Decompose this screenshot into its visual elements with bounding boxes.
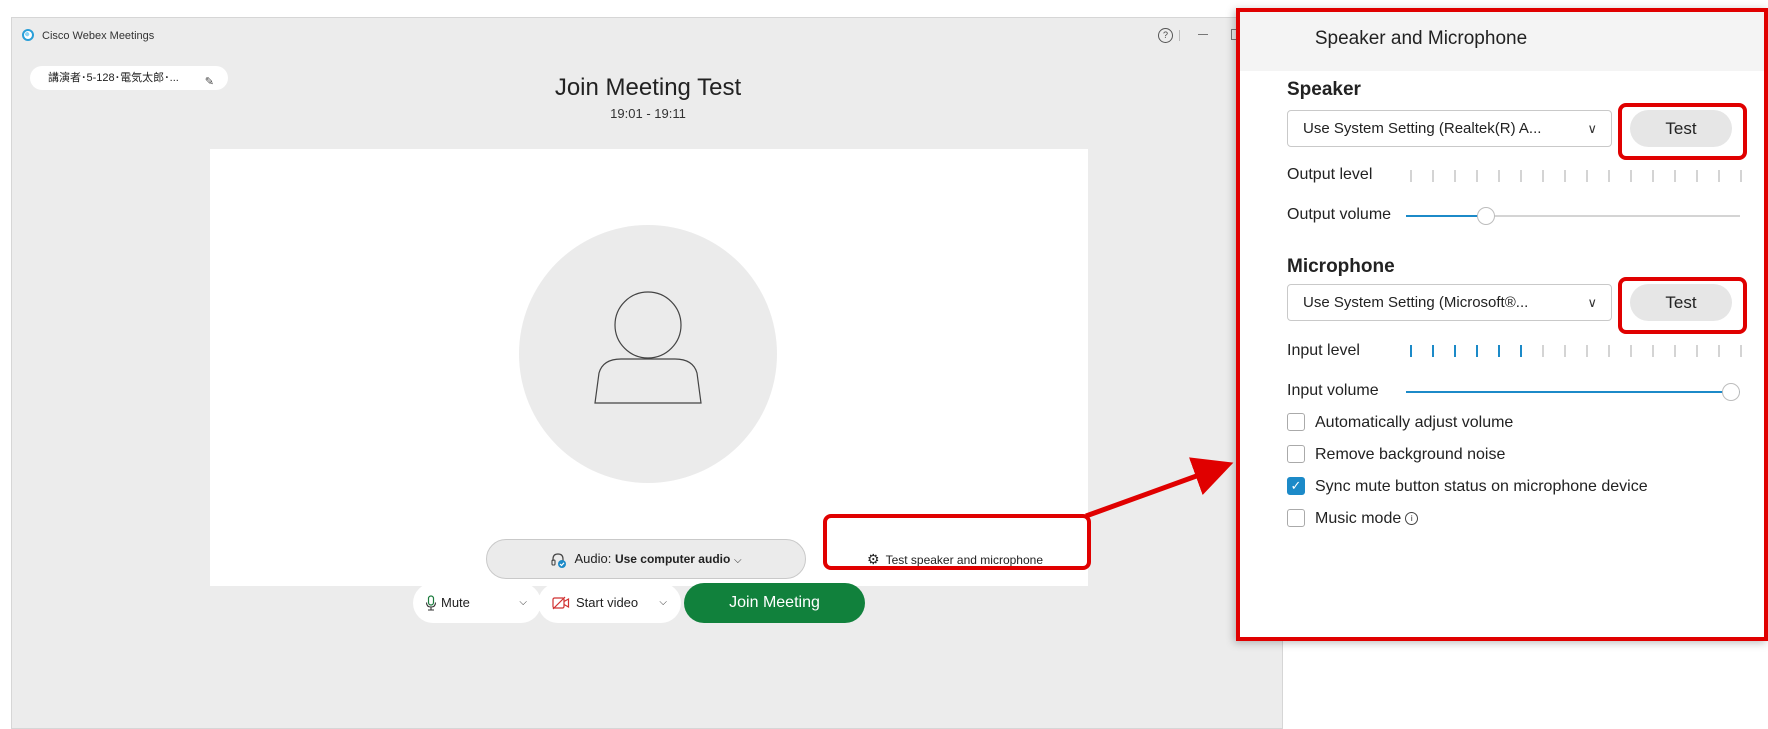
annotation-arrow (1085, 457, 1234, 519)
